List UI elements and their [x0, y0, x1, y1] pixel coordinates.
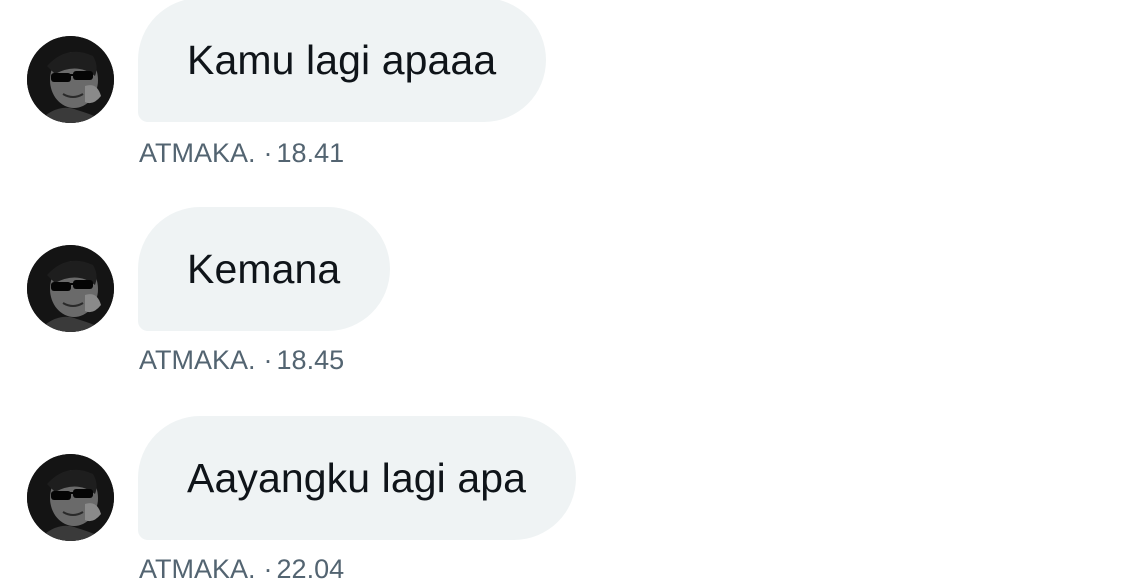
message-meta: ATMAKA. · 18.41	[139, 138, 344, 169]
message-text: Aayangku lagi apa	[187, 454, 527, 501]
message-time: 22.04	[276, 554, 345, 584]
message-meta: ATMAKA. · 22.04	[139, 554, 344, 585]
message-bubble[interactable]: Kamu lagi apaaa	[138, 0, 547, 122]
avatar-photo-icon	[27, 245, 114, 332]
avatar[interactable]	[27, 454, 114, 541]
message-time: 18.41	[276, 138, 345, 168]
message-bubble[interactable]: Kemana	[138, 207, 391, 331]
sender-name: ATMAKA.	[139, 345, 256, 375]
sender-name: ATMAKA.	[139, 554, 256, 584]
avatar-photo-icon	[27, 36, 114, 123]
meta-separator: ·	[263, 554, 273, 584]
avatar-photo-icon	[27, 454, 114, 541]
avatar[interactable]	[27, 36, 114, 123]
message-bubble[interactable]: Aayangku lagi apa	[138, 416, 577, 540]
meta-separator: ·	[263, 138, 273, 168]
message-text: Kamu lagi apaaa	[187, 36, 497, 83]
meta-separator: ·	[263, 345, 273, 375]
avatar[interactable]	[27, 245, 114, 332]
message-text: Kemana	[187, 245, 341, 292]
sender-name: ATMAKA.	[139, 138, 256, 168]
message-time: 18.45	[276, 345, 345, 375]
dm-thread: Kamu lagi apaaa ATMAKA. · 18.41 Kemana A…	[0, 0, 1130, 587]
message-meta: ATMAKA. · 18.45	[139, 345, 344, 376]
